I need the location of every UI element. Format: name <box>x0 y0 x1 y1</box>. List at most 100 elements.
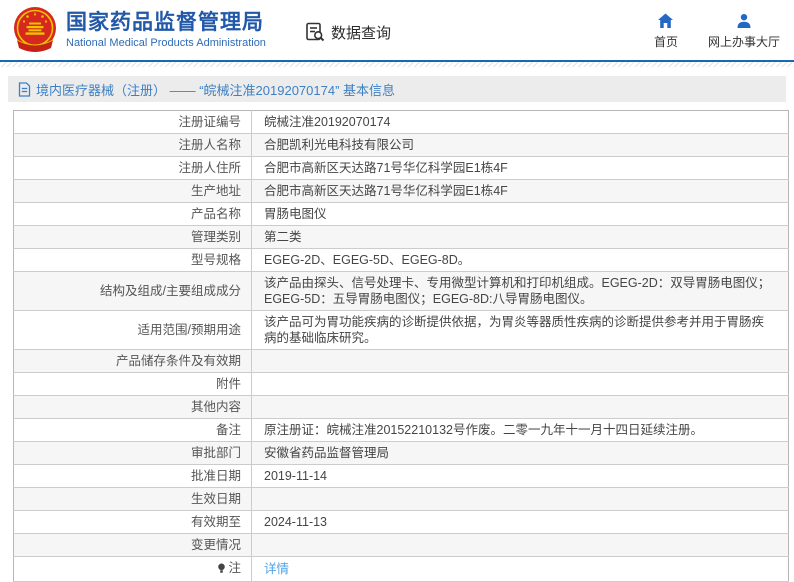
row-value <box>251 487 789 511</box>
note-icon <box>217 562 226 578</box>
row-label: 注 <box>13 556 252 582</box>
breadcrumb-text: 境内医疗器械（注册） —— “皖械注准20192070174” 基本信息 <box>36 82 396 98</box>
row-value-text: 合肥市高新区天达路71号华亿科学园E1栋4F <box>264 161 508 175</box>
table-row: 注册证编号 皖械注准20192070174 <box>13 110 789 134</box>
national-emblem-icon <box>12 6 58 56</box>
row-label-text: 生产地址 <box>190 184 241 198</box>
row-value-text: 合肥凯利光电科技有限公司 <box>264 138 415 152</box>
nav-label-service-hall: 网上办事大厅 <box>707 35 780 49</box>
row-value: 该产品由探头、信号处理卡、专用微型计算机和打印机组成。EGEG-2D：双导胃肠电… <box>251 271 789 311</box>
row-value-text: 原注册证：皖械注准20152210132号作废。二零一九年十一月十四日延续注册。 <box>264 423 703 437</box>
table-row: 有效期至 2024-11-13 <box>13 510 789 534</box>
table-row: 生效日期 <box>13 487 789 511</box>
row-label-text: 批准日期 <box>190 469 241 483</box>
row-label-text: 审批部门 <box>190 446 241 460</box>
site-title-block: 国家药品监督管理局 National Medical Products Admi… <box>66 11 266 49</box>
nav-item-home[interactable]: 首页 <box>654 12 678 50</box>
table-row: 生产地址 合肥市高新区天达路71号华亿科学园E1栋4F <box>13 179 789 203</box>
info-table-body: 注册证编号 皖械注准20192070174 注册人名称 合肥凯利光电科技有限公司 注册人… <box>13 110 789 582</box>
table-row: 产品名称 胃肠电图仪 <box>13 202 789 226</box>
row-value-text: 该产品可为胃功能疾病的诊断提供依据，为胃炎等器质性疾病的诊断提供参考并用于胃肠疾… <box>264 315 765 345</box>
row-value: 第二类 <box>251 225 789 249</box>
table-row: 适用范围/预期用途 该产品可为胃功能疾病的诊断提供依据，为胃炎等器质性疾病的诊断提… <box>13 310 789 350</box>
row-value: 皖械注准20192070174 <box>251 110 789 134</box>
row-value: 胃肠电图仪 <box>251 202 789 226</box>
row-label: 有效期至 <box>13 510 252 534</box>
breadcrumb: 境内医疗器械（注册） —— “皖械注准20192070174” 基本信息 <box>8 76 786 102</box>
row-label-text: 注册证编号 <box>178 115 241 129</box>
row-value: 原注册证：皖械注准20152210132号作废。二零一九年十一月十四日延续注册。 <box>251 418 789 442</box>
row-label: 附件 <box>13 372 252 396</box>
table-row: 其他内容 <box>13 395 789 419</box>
row-value <box>251 349 789 373</box>
row-label-text: 管理类别 <box>190 230 241 244</box>
row-label-text: 结构及组成/主要组成成分 <box>100 284 241 298</box>
row-value <box>251 372 789 396</box>
row-value-text: 该产品由探头、信号处理卡、专用微型计算机和打印机组成。EGEG-2D：双导胃肠电… <box>264 276 771 306</box>
row-label: 注册证编号 <box>13 110 252 134</box>
table-row: 变更情况 <box>13 533 789 557</box>
hatch-strip <box>0 62 794 67</box>
row-label: 生产地址 <box>13 179 252 203</box>
row-label: 管理类别 <box>13 225 252 249</box>
site-subtitle: National Medical Products Administration <box>66 37 266 49</box>
row-label: 产品名称 <box>13 202 252 226</box>
row-value <box>251 533 789 557</box>
table-row: 备注 原注册证：皖械注准20152210132号作废。二零一九年十一月十四日延续注… <box>13 418 789 442</box>
row-label: 注册人住所 <box>13 156 252 180</box>
row-label: 生效日期 <box>13 487 252 511</box>
table-row: 注册人住所 合肥市高新区天达路71号华亿科学园E1栋4F <box>13 156 789 180</box>
row-value: 合肥市高新区天达路71号华亿科学园E1栋4F <box>251 156 789 180</box>
row-label-text: 适用范围/预期用途 <box>137 323 241 337</box>
row-value-text: 皖械注准20192070174 <box>264 115 391 129</box>
data-query-entry[interactable]: 数据查询 <box>304 21 391 43</box>
nav-item-service-hall[interactable]: 网上办事大厅 <box>708 12 780 50</box>
table-row: 附件 <box>13 372 789 396</box>
row-label-text: 注册人名称 <box>178 138 241 152</box>
table-row: 注册人名称 合肥凯利光电科技有限公司 <box>13 133 789 157</box>
row-label: 适用范围/预期用途 <box>13 310 252 350</box>
row-label: 结构及组成/主要组成成分 <box>13 271 252 311</box>
row-value-text: EGEG-2D、EGEG-5D、EGEG-8D。 <box>264 253 471 267</box>
data-query-icon <box>304 21 326 43</box>
site-title: 国家药品监督管理局 <box>66 10 264 34</box>
row-label-text: 附件 <box>215 377 241 391</box>
row-value: 该产品可为胃功能疾病的诊断提供依据，为胃炎等器质性疾病的诊断提供参考并用于胃肠疾… <box>251 310 789 350</box>
row-label-text: 注 <box>228 561 241 575</box>
row-value: 安徽省药品监督管理局 <box>251 441 789 465</box>
row-value-text: 2019-11-14 <box>264 469 328 483</box>
row-value: 2024-11-13 <box>251 510 789 534</box>
row-value: 合肥凯利光电科技有限公司 <box>251 133 789 157</box>
row-label: 其他内容 <box>13 395 252 419</box>
row-label: 批准日期 <box>13 464 252 488</box>
row-label-text: 变更情况 <box>190 538 241 552</box>
row-value: 详情 <box>251 556 789 582</box>
user-icon <box>736 12 752 29</box>
row-value: 2019-11-14 <box>251 464 789 488</box>
table-row: 批准日期 2019-11-14 <box>13 464 789 488</box>
table-row: 结构及组成/主要组成成分 该产品由探头、信号处理卡、专用微型计算机和打印机组成。E… <box>13 271 789 311</box>
row-label: 变更情况 <box>13 533 252 557</box>
row-value-text: 胃肠电图仪 <box>264 207 327 221</box>
home-icon <box>657 12 674 29</box>
row-value-text: 合肥市高新区天达路71号华亿科学园E1栋4F <box>264 184 508 198</box>
row-value-text: 第二类 <box>264 230 302 244</box>
top-nav: 首页 网上办事大厅 <box>654 12 780 50</box>
row-label-text: 产品名称 <box>190 207 241 221</box>
row-label: 备注 <box>13 418 252 442</box>
row-label-text: 生效日期 <box>190 492 241 506</box>
row-value-text: 安徽省药品监督管理局 <box>264 446 390 460</box>
data-query-label: 数据查询 <box>330 24 391 42</box>
row-label-text: 有效期至 <box>190 515 241 529</box>
table-row: 产品储存条件及有效期 <box>13 349 789 373</box>
row-label-text: 注册人住所 <box>178 161 241 175</box>
table-row: 型号规格 EGEG-2D、EGEG-5D、EGEG-8D。 <box>13 248 789 272</box>
row-value: EGEG-2D、EGEG-5D、EGEG-8D。 <box>251 248 789 272</box>
document-icon <box>18 81 31 97</box>
row-label: 审批部门 <box>13 441 252 465</box>
row-label-text: 型号规格 <box>190 253 241 267</box>
table-row: 审批部门 安徽省药品监督管理局 <box>13 441 789 465</box>
row-value-text: 2024-11-13 <box>264 515 328 529</box>
info-table: 注册证编号 皖械注准20192070174 注册人名称 合肥凯利光电科技有限公司 注册人… <box>13 110 789 582</box>
row-label: 型号规格 <box>13 248 252 272</box>
